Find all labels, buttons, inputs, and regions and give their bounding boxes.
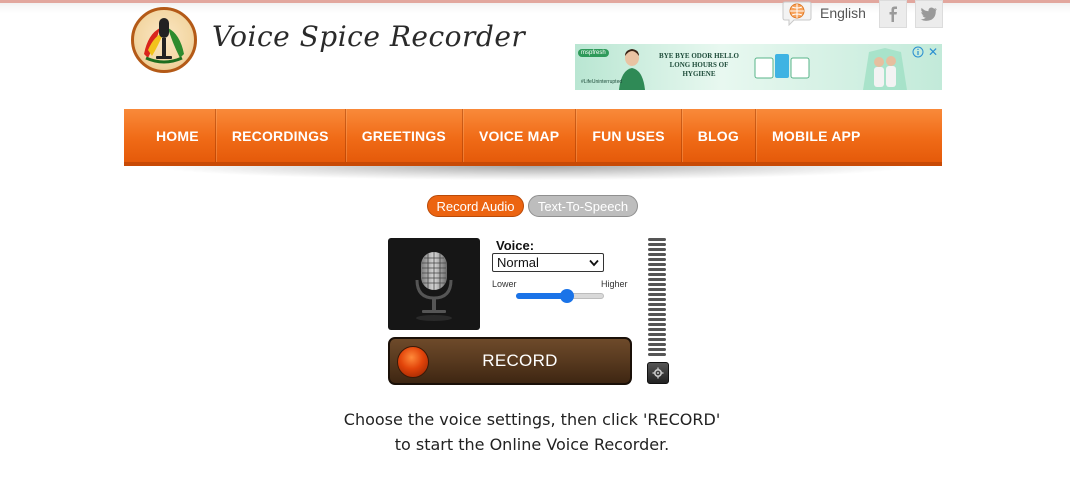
top-accent-line: [0, 0, 1070, 3]
microphone-chili-logo-icon: [131, 7, 197, 73]
level-meter-segment: [648, 308, 666, 311]
level-meter-segment: [648, 348, 666, 351]
voice-select-value: Normal: [497, 255, 539, 270]
nav-greetings[interactable]: GREETINGS: [346, 109, 463, 162]
ad-family-image: [863, 48, 907, 90]
audio-level-meter: [648, 238, 666, 358]
twitter-button[interactable]: [915, 0, 943, 28]
level-meter-segment: [648, 318, 666, 321]
level-meter-segment: [648, 343, 666, 346]
level-meter-segment: [648, 298, 666, 301]
level-meter-segment: [648, 303, 666, 306]
ad-brand-logo: mspfresh: [578, 49, 609, 57]
ad-info-icon[interactable]: [912, 46, 924, 58]
level-meter-segment: [648, 328, 666, 331]
language-selector[interactable]: English: [782, 0, 866, 26]
tab-text-to-speech[interactable]: Text-To-Speech: [528, 195, 638, 217]
ad-headline: BYE BYE ODOR HELLO LONG HOURS OF HYGIENE: [659, 52, 739, 78]
nav-shadow: [160, 166, 906, 180]
site-logo[interactable]: Voice Spice Recorder: [130, 6, 525, 80]
globe-speech-icon: [782, 1, 812, 26]
level-meter-segment: [648, 268, 666, 271]
logo-text: Voice Spice Recorder: [212, 20, 526, 53]
facebook-icon: [889, 6, 897, 22]
microphone-display: [388, 238, 480, 330]
language-label: English: [820, 5, 866, 21]
twitter-icon: [920, 7, 937, 21]
level-meter-segment: [648, 338, 666, 341]
pitch-higher-label: Higher: [601, 279, 628, 289]
level-meter-segment: [648, 243, 666, 246]
level-meter-segment: [648, 273, 666, 276]
level-meter-segment: [648, 263, 666, 266]
voice-select[interactable]: Normal: [492, 253, 604, 272]
nav-blog[interactable]: BLOG: [682, 109, 756, 162]
level-meter-segment: [648, 278, 666, 281]
record-button[interactable]: RECORD: [388, 337, 632, 385]
nav-mobile-app[interactable]: MOBILE APP: [756, 109, 877, 162]
nav-voice-map[interactable]: VOICE MAP: [463, 109, 577, 162]
nav-home[interactable]: HOME: [124, 109, 216, 162]
instructions-line-2: to start the Online Voice Recorder.: [394, 435, 670, 454]
level-meter-segment: [648, 333, 666, 336]
chevron-down-icon: [589, 259, 599, 267]
recorder-settings-button[interactable]: [647, 362, 669, 384]
record-button-label: RECORD: [482, 351, 558, 370]
nav-fun-uses[interactable]: FUN USES: [576, 109, 682, 162]
level-meter-segment: [648, 283, 666, 286]
main-navigation: HOME RECORDINGS GREETINGS VOICE MAP FUN …: [124, 109, 942, 166]
level-meter-segment: [648, 313, 666, 316]
ad-hashtag: #LifeUninterrupted: [581, 79, 623, 85]
level-meter-segment: [648, 238, 666, 241]
level-meter-segment: [648, 353, 666, 356]
level-meter-segment: [648, 258, 666, 261]
facebook-button[interactable]: [879, 0, 907, 28]
level-meter-segment: [648, 253, 666, 256]
ad-close-icon[interactable]: ✕: [928, 45, 938, 59]
voice-label: Voice:: [496, 238, 535, 253]
nav-recordings[interactable]: RECORDINGS: [216, 109, 346, 162]
tab-record-audio[interactable]: Record Audio: [427, 195, 524, 217]
pitch-slider-thumb[interactable]: [560, 289, 574, 303]
level-meter-segment: [648, 288, 666, 291]
instructions-text: Choose the voice settings, then click 'R…: [290, 407, 774, 457]
level-meter-segment: [648, 323, 666, 326]
level-meter-segment: [648, 293, 666, 296]
ad-product-image: [754, 54, 810, 79]
microphone-icon: [415, 252, 453, 321]
advertisement-banner[interactable]: mspfresh BYE BYE ODOR HELLO LONG HOURS O…: [575, 44, 942, 90]
level-meter-segment: [648, 248, 666, 251]
instructions-line-1: Choose the voice settings, then click 'R…: [343, 410, 721, 429]
gear-icon: [652, 367, 664, 379]
pitch-lower-label: Lower: [492, 279, 517, 289]
